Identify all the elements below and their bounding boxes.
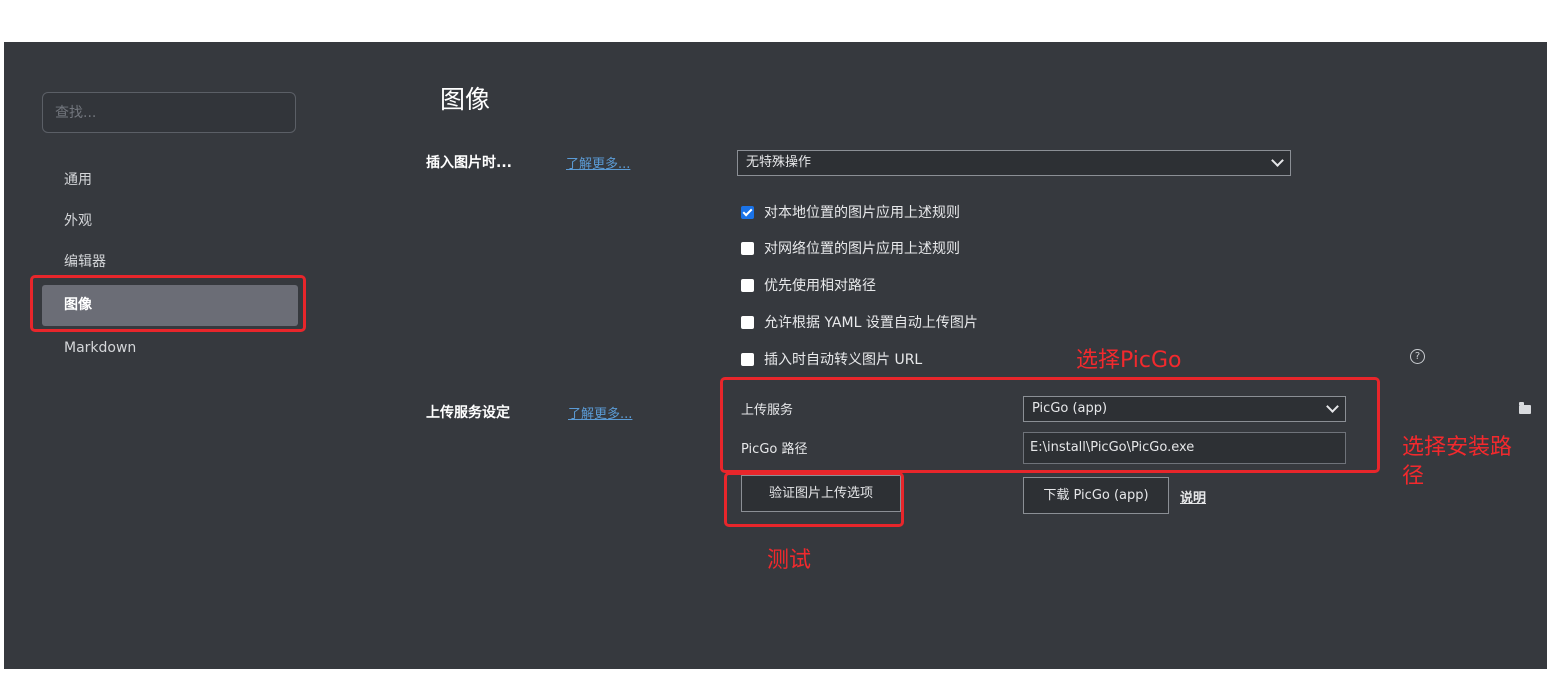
- option-label: 插入时自动转义图片 URL: [764, 352, 923, 368]
- checkbox-checked-icon[interactable]: [741, 205, 754, 219]
- insert-image-label: 插入图片时...: [426, 155, 512, 171]
- option-relative-path[interactable]: 优先使用相对路径: [741, 275, 876, 295]
- option-label: 对本地位置的图片应用上述规则: [764, 205, 960, 221]
- option-label: 允许根据 YAML 设置自动上传图片: [764, 315, 978, 331]
- checkbox-icon[interactable]: [741, 315, 754, 329]
- option-network-images[interactable]: 对网络位置的图片应用上述规则: [741, 238, 960, 258]
- option-label: 优先使用相对路径: [764, 278, 876, 294]
- option-local-images[interactable]: 对本地位置的图片应用上述规则: [741, 202, 960, 222]
- chevron-down-icon: [1271, 154, 1284, 167]
- sidebar-item-general[interactable]: 通用: [42, 160, 298, 201]
- help-icon[interactable]: ?: [1410, 349, 1425, 364]
- explain-link[interactable]: 说明: [1180, 487, 1206, 506]
- sidebar-item-appearance[interactable]: 外观: [42, 201, 298, 242]
- highlight-box-image-tab: [30, 275, 306, 332]
- insert-learn-more-link[interactable]: 了解更多...: [566, 153, 630, 172]
- annotation-select-picgo: 选择PicGo: [1076, 348, 1182, 373]
- option-label: 对网络位置的图片应用上述规则: [764, 241, 960, 257]
- option-yaml-upload[interactable]: 允许根据 YAML 设置自动上传图片: [741, 312, 978, 332]
- highlight-box-verify: [724, 472, 904, 527]
- download-picgo-button[interactable]: 下载 PicGo (app): [1023, 477, 1169, 514]
- sidebar-item-markdown[interactable]: Markdown: [42, 328, 298, 369]
- highlight-box-upload-settings: [720, 377, 1380, 473]
- upload-service-label: 上传服务设定: [426, 405, 510, 421]
- insert-action-value: 无特殊操作: [746, 155, 812, 170]
- checkbox-icon[interactable]: [741, 278, 754, 292]
- insert-action-select[interactable]: 无特殊操作: [737, 150, 1291, 176]
- checkbox-icon[interactable]: [741, 241, 754, 255]
- preferences-panel: 通用 外观 编辑器 图像 Markdown 图像 插入图片时... 了解更多..…: [4, 42, 1547, 669]
- folder-icon[interactable]: [1519, 402, 1531, 414]
- checkbox-icon[interactable]: [741, 352, 754, 366]
- upload-learn-more-link[interactable]: 了解更多...: [568, 403, 632, 422]
- search-input[interactable]: [42, 92, 296, 133]
- annotation-test: 测试: [767, 548, 812, 573]
- page-title: 图像: [440, 85, 491, 114]
- option-escape-url[interactable]: 插入时自动转义图片 URL: [741, 349, 922, 369]
- annotation-select-path: 选择安装路 径: [1402, 435, 1513, 489]
